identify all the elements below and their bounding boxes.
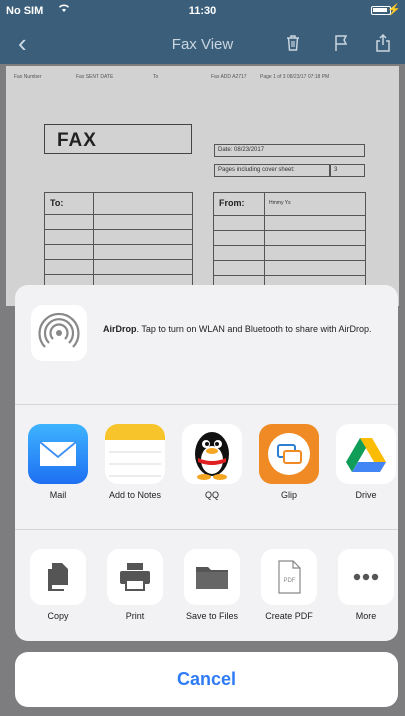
- share-actions-row: Copy Print Save to Files PDF Create PDF …: [15, 531, 398, 641]
- share-app-label: Drive: [355, 490, 377, 500]
- pdf-badge-text: PDF: [284, 578, 296, 584]
- from-label: From:: [219, 198, 245, 208]
- airdrop-icon[interactable]: [31, 305, 87, 361]
- google-drive-icon[interactable]: [336, 424, 396, 484]
- doc-header-fax-number: Fax Number: [14, 74, 42, 80]
- share-app-glip[interactable]: Glip: [251, 424, 327, 500]
- more-icon[interactable]: [338, 549, 394, 605]
- cancel-button[interactable]: Cancel: [15, 652, 398, 707]
- folder-icon[interactable]: [184, 549, 240, 605]
- airdrop-text: . Tap to turn on WLAN and Bluetooth to s…: [136, 324, 372, 334]
- status-time: 11:30: [188, 5, 217, 17]
- to-label: To:: [50, 198, 64, 208]
- share-app-qq[interactable]: QQ: [174, 424, 250, 500]
- date-label: Date:: [218, 147, 233, 153]
- from-table-row: [214, 215, 365, 216]
- pages-count-field: 3: [330, 164, 365, 177]
- mail-icon[interactable]: [28, 424, 88, 484]
- doc-header-page: Page 1 of 3 08/23/17 07:18 PM: [260, 74, 330, 80]
- status-bar: No SIM 11:30 ⚡: [0, 0, 405, 22]
- fax-document: Fax Number Fax SENT DATE To Fax ADD A271…: [6, 66, 399, 306]
- flag-icon: [335, 35, 348, 51]
- to-table-row: [45, 214, 192, 215]
- share-app-label: Mail: [49, 490, 67, 500]
- pages-label: Pages including cover sheet:: [218, 167, 295, 173]
- qq-penguin-icon[interactable]: [182, 424, 242, 484]
- from-table-row: [214, 275, 365, 276]
- to-table-row: [45, 274, 192, 275]
- share-app-label: Add to Notes: [108, 490, 162, 500]
- flag-button[interactable]: [333, 34, 353, 54]
- to-table-row: [45, 229, 192, 230]
- charging-icon: ⚡: [387, 4, 401, 16]
- share-sheet: AirDrop. Tap to turn on WLAN and Bluetoo…: [15, 285, 398, 641]
- action-label: More: [355, 611, 377, 621]
- share-icon: [376, 33, 390, 52]
- navigation-bar: ‹ Fax View: [0, 26, 405, 64]
- from-value: Hmmy Ys: [269, 200, 291, 206]
- from-table-row: [214, 245, 365, 246]
- doc-header-to: To: [153, 74, 159, 80]
- from-table-row: [214, 260, 365, 261]
- pages-value: 3: [334, 167, 338, 173]
- top-bar: No SIM 11:30 ⚡ ‹ Fax View: [0, 0, 405, 64]
- copy-icon[interactable]: [30, 549, 86, 605]
- share-apps-row: Mail Add to Notes QQ Glip Drive: [15, 406, 398, 530]
- action-label: Save to Files: [185, 611, 239, 621]
- action-print[interactable]: Print: [97, 549, 173, 621]
- action-create-pdf[interactable]: PDF Create PDF: [251, 549, 327, 621]
- airdrop-description: AirDrop. Tap to turn on WLAN and Bluetoo…: [103, 323, 383, 335]
- fax-title: FAX: [57, 130, 97, 151]
- notes-icon[interactable]: [105, 424, 165, 484]
- action-label: Create PDF: [265, 611, 313, 621]
- action-copy[interactable]: Copy: [20, 549, 96, 621]
- from-table-row: [214, 230, 365, 231]
- date-field: Date: 08/23/2017: [214, 144, 365, 157]
- date-value: 08/23/2017: [234, 147, 265, 153]
- pages-field: Pages including cover sheet:: [214, 164, 330, 177]
- trash-button[interactable]: [285, 34, 305, 54]
- printer-icon[interactable]: [107, 549, 163, 605]
- action-label: Copy: [47, 611, 69, 621]
- airdrop-title: AirDrop: [103, 324, 137, 334]
- fax-title-box: FAX: [44, 124, 192, 154]
- share-app-mail[interactable]: Mail: [20, 424, 96, 500]
- action-label: Print: [125, 611, 145, 621]
- to-table-row: [45, 259, 192, 260]
- glip-icon[interactable]: [259, 424, 319, 484]
- airdrop-section[interactable]: AirDrop. Tap to turn on WLAN and Bluetoo…: [15, 285, 398, 405]
- share-app-drive[interactable]: Drive: [328, 424, 398, 500]
- action-more[interactable]: More: [328, 549, 398, 621]
- pdf-icon[interactable]: PDF: [261, 549, 317, 605]
- share-app-label: QQ: [204, 490, 219, 500]
- action-save-to-files[interactable]: Save to Files: [174, 549, 250, 621]
- share-button[interactable]: [375, 33, 395, 54]
- share-app-label: Glip: [280, 490, 297, 500]
- to-table-row: [45, 244, 192, 245]
- doc-header-sent-date: Fax SENT DATE: [76, 74, 114, 80]
- trash-icon: [287, 35, 299, 51]
- doc-header-fax-add: Fax ADD A2717: [211, 74, 247, 80]
- share-app-notes[interactable]: Add to Notes: [97, 424, 173, 500]
